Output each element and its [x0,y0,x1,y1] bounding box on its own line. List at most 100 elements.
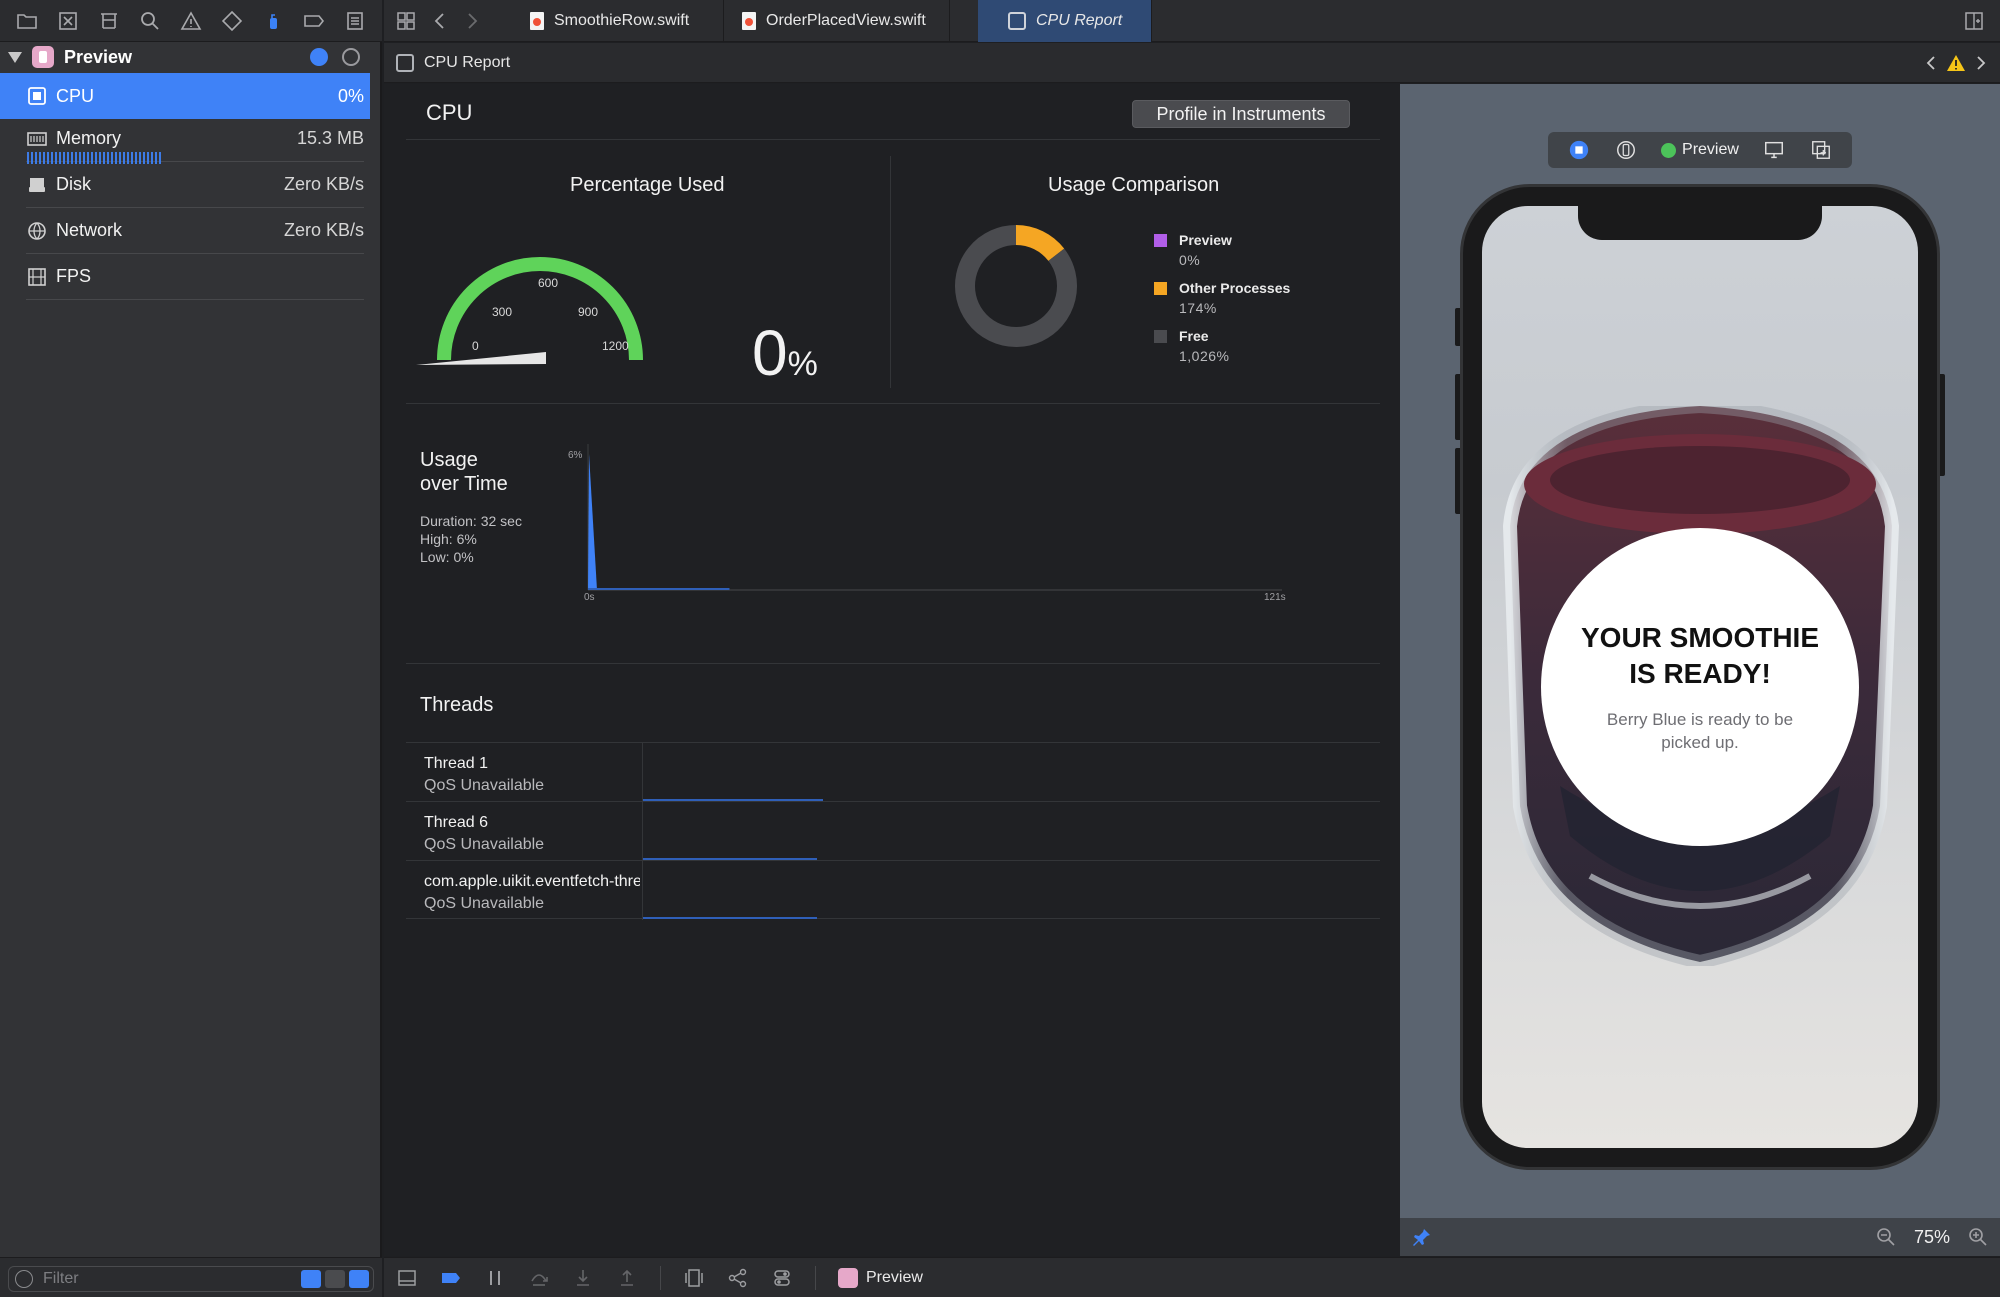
filter-icon [15,1270,33,1288]
filter-scope-button[interactable] [301,1270,321,1288]
preview-toolbar: Preview [1548,132,1852,168]
pin-icon[interactable] [1412,1227,1432,1247]
view-hierarchy-icon[interactable] [683,1267,705,1289]
tab-smoothierow[interactable]: SmoothieRow.swift [512,0,724,42]
step-over-icon[interactable] [528,1267,550,1289]
percentage-value: 0% [752,316,818,390]
thread-row[interactable]: Thread 1 QoS Unavailable [406,742,1380,802]
step-out-icon[interactable] [616,1267,638,1289]
info-badge-icon[interactable] [310,48,328,66]
test-diamond-icon[interactable] [218,7,246,35]
gauge-row-fps[interactable]: FPS [26,254,364,300]
debug-bar: Preview [384,1257,2000,1297]
report-icon[interactable] [341,7,369,35]
iphone-screen[interactable]: YOUR SMOOTHIE IS READY! Berry Blue is re… [1482,206,1918,1148]
next-issue-icon[interactable] [1974,54,1988,72]
profile-in-instruments-button[interactable]: Profile in Instruments [1132,100,1350,128]
usage-low: Low: 0% [420,549,474,565]
duplicate-preview-icon[interactable] [1809,138,1833,162]
donut-slice-other-processes [1015,225,1065,262]
gauge-row-disk[interactable]: Disk Zero KB/s [26,162,364,208]
legend-item-preview: Preview 0% [1154,232,1290,268]
phone-notch [1578,206,1822,240]
percentage-unit: % [787,345,818,383]
preview-status-label: Preview [1682,141,1739,158]
toolbar-separator [660,1265,661,1290]
usage-stats: Duration: 32 sec High: 6% Low: 0% [420,512,522,566]
usage-over-time-title: Usage over Time [420,448,508,496]
thread-activity-line [643,917,817,919]
gauge-tick-label: 600 [538,276,558,290]
gauge-value: Zero KB/s [283,220,364,240]
report-header: CPU Profile in Instruments [406,84,1380,140]
jumpbar-title[interactable]: CPU Report [424,54,510,72]
hide-debug-area-icon[interactable] [396,1267,418,1289]
thread-separator [642,861,643,920]
pause-icon[interactable] [484,1267,506,1289]
disclosure-triangle-icon[interactable] [8,51,22,63]
warning-icon[interactable] [177,7,205,35]
tab-cpu-report[interactable]: CPU Report [978,0,1152,42]
pause-badge-icon[interactable] [342,48,360,66]
usage-over-time-section: Usage over Time Duration: 32 sec High: 6… [406,404,1380,664]
thread-row[interactable]: com.apple.uikit.eventfetch-thread QoS Un… [406,860,1380,920]
display-icon[interactable] [1762,138,1786,162]
usage-legend: Preview 0% Other Processes 174% Free 1,026% [1154,232,1290,376]
thread-qos: QoS Unavailable [424,836,545,853]
hierarchy-icon[interactable] [95,7,123,35]
grid-icon[interactable] [392,7,420,35]
zoom-out-icon[interactable] [1876,1227,1896,1247]
legend-name: Preview [1179,232,1232,248]
thread-name: com.apple.uikit.eventfetch-thread [424,873,640,890]
environment-overrides-icon[interactable] [771,1267,793,1289]
warning-icon[interactable] [1946,54,1966,72]
forward-chevron-icon[interactable] [458,7,486,35]
preview-status[interactable]: Preview [1661,141,1739,159]
breakpoints-toggle-icon[interactable] [440,1267,462,1289]
thread-separator [642,802,643,861]
gauge-tick-label: 0 [472,339,479,353]
gauge-row-network[interactable]: Network Zero KB/s [26,208,364,254]
cpu-icon [28,87,46,105]
gauge-row-cpu[interactable]: CPU 0% [0,73,370,119]
zoom-level[interactable]: 75% [1914,1227,1950,1248]
section-divider [890,156,891,388]
canvas-bottom-bar: 75% [1400,1218,2000,1256]
debug-target[interactable]: Preview [838,1267,923,1288]
gauge-label: Memory [56,128,122,148]
legend-swatch [1154,282,1167,295]
filter-threads-button[interactable] [349,1270,369,1288]
back-chevron-icon[interactable] [426,7,454,35]
debug-spray-icon[interactable] [259,7,287,35]
previous-issue-icon[interactable] [1924,54,1938,72]
usage-spike [588,454,597,590]
tab-orderplacedview[interactable]: OrderPlacedView.swift [724,0,950,42]
live-preview-icon[interactable] [1567,138,1591,162]
process-name: Preview [64,46,133,67]
legend-item-free: Free 1,026% [1154,328,1290,364]
zoom-in-icon[interactable] [1968,1227,1988,1247]
process-row[interactable]: Preview [0,42,382,72]
step-into-icon[interactable] [572,1267,594,1289]
app-icon [32,46,54,68]
usage-comparison-donut [955,225,1077,347]
memory-graph-icon[interactable] [727,1267,749,1289]
search-icon[interactable] [136,7,164,35]
order-ready-card: YOUR SMOOTHIE IS READY! Berry Blue is re… [1541,528,1859,846]
source-control-icon[interactable] [54,7,82,35]
thread-name: Thread 1 [424,755,489,772]
breakpoint-icon[interactable] [300,7,328,35]
device-icon[interactable] [1614,138,1638,162]
thread-row[interactable]: Thread 6 QoS Unavailable [406,801,1380,861]
gauge-tick-label: 300 [492,305,512,319]
tab-label: CPU Report [1036,12,1123,29]
filter-field[interactable]: Filter [8,1266,374,1292]
toolbar-separator [815,1265,816,1290]
folder-icon[interactable] [13,7,41,35]
filter-hierarchy-button[interactable] [325,1270,345,1288]
usage-duration: Duration: 32 sec [420,513,522,529]
swift-file-icon [742,12,756,30]
gauge-label: Network [56,220,123,240]
thread-name: Thread 6 [424,814,489,831]
split-editor-icon[interactable] [1960,7,1988,35]
